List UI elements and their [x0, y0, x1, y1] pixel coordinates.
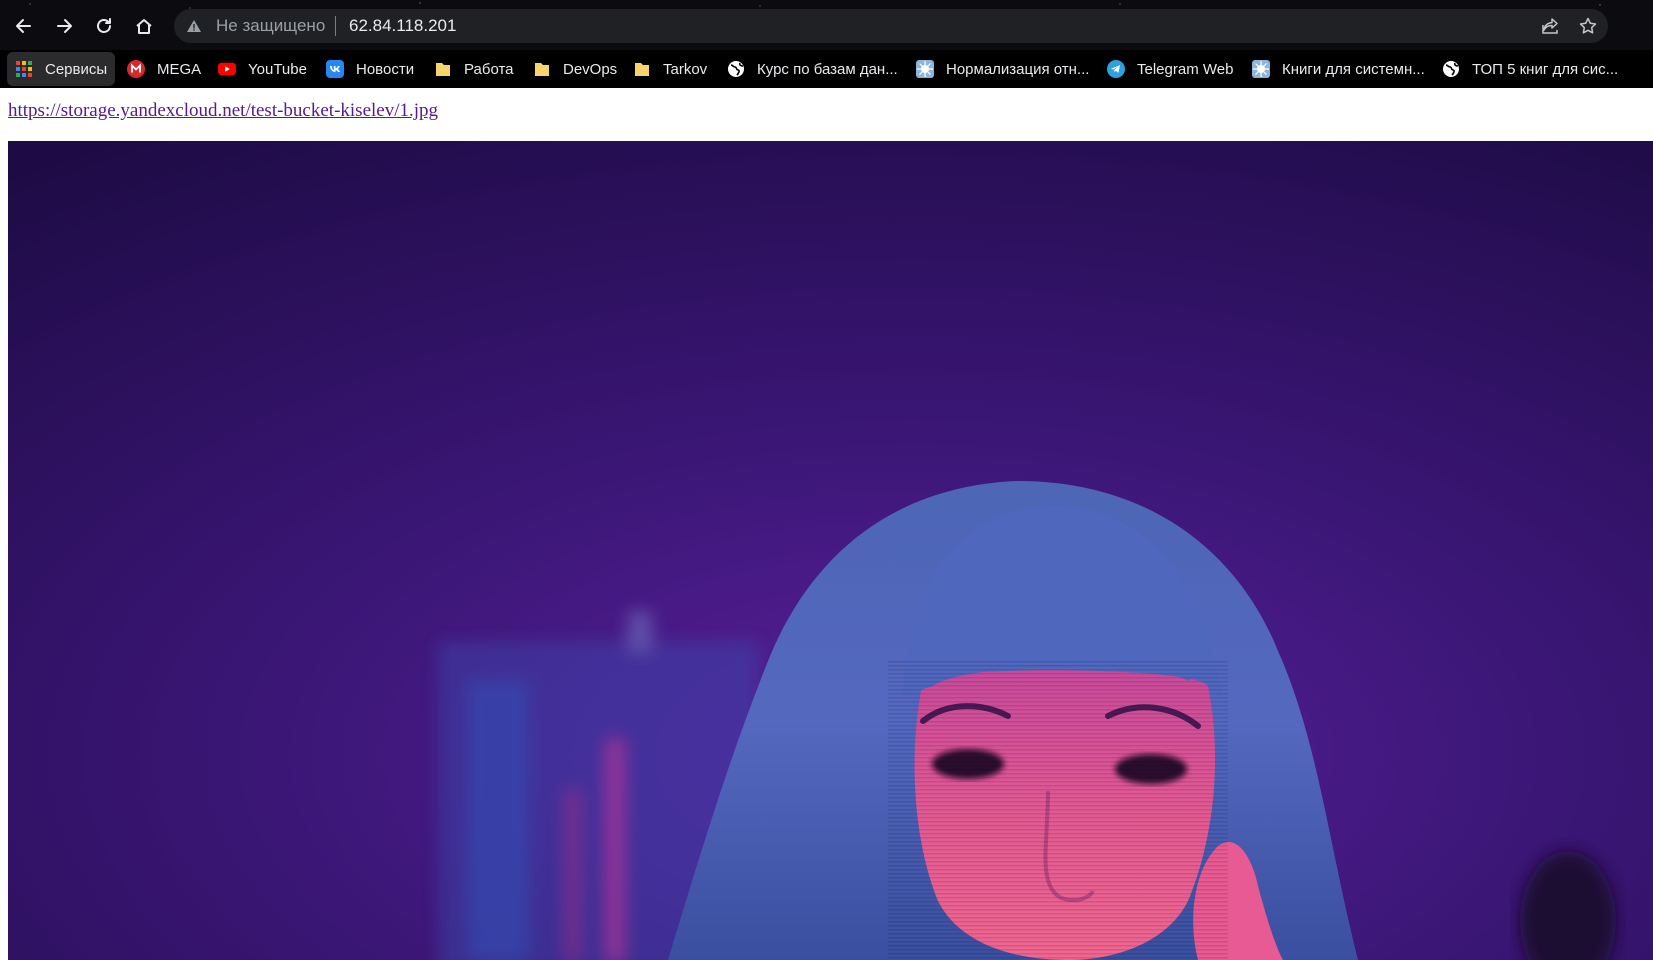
bookmark-label: Сервисы [45, 60, 108, 78]
forward-arrow-icon [57, 19, 72, 33]
site-favicon-icon [916, 60, 934, 78]
bookmark-label: ТОП 5 книг для сис... [1472, 60, 1619, 78]
address-bar[interactable]: Не защищено 62.84.118.201 [174, 9, 1608, 43]
bookmark-label: Нормализация отн... [946, 60, 1090, 78]
bookmark-folder-work[interactable]: Работа [434, 50, 514, 88]
bookmarks-bar: Сервисы MEGA YouTube Новости Работа DevO… [0, 50, 1653, 88]
bookmark-top5-books[interactable]: ТОП 5 книг для сис... [1442, 50, 1618, 88]
security-status-label[interactable]: Не защищено [216, 16, 325, 36]
share-icon[interactable] [1540, 16, 1560, 36]
bookmark-label: Tarkov [663, 60, 708, 78]
forward-button[interactable] [49, 11, 79, 41]
reload-icon [97, 18, 111, 33]
vk-icon [326, 60, 344, 78]
bookmark-mega[interactable]: MEGA [127, 50, 201, 88]
image-url-link[interactable]: https://storage.yandexcloud.net/test-buc… [8, 100, 438, 122]
bookmark-label: DevOps [563, 60, 618, 78]
back-button[interactable] [9, 11, 39, 41]
mega-icon [127, 60, 145, 78]
warning-triangle-icon [187, 20, 201, 32]
back-arrow-icon [16, 19, 31, 33]
bookmark-sysadmin-books[interactable]: Книги для системн... [1252, 50, 1425, 88]
site-favicon-icon [1252, 60, 1270, 78]
apps-grid-icon [15, 60, 33, 78]
folder-icon [533, 60, 551, 78]
address-bar-divider [335, 16, 336, 36]
bookmark-folder-tarkov[interactable]: Tarkov [633, 50, 707, 88]
bookmark-label: Курс по базам дан... [757, 60, 898, 78]
youtube-icon [218, 60, 236, 78]
globe-icon [727, 60, 745, 78]
telegram-icon [1107, 60, 1125, 78]
bookmark-folder-devops[interactable]: DevOps [533, 50, 617, 88]
neon-portrait-image [8, 141, 1653, 960]
bookmark-db-course[interactable]: Курс по базам дан... [727, 50, 898, 88]
bookmark-news[interactable]: Новости [326, 50, 414, 88]
folder-icon [633, 60, 651, 78]
bookmark-youtube[interactable]: YouTube [218, 50, 307, 88]
bookmark-label: Новости [356, 60, 415, 78]
bookmark-apps[interactable]: Сервисы [7, 52, 116, 86]
page-content: https://storage.yandexcloud.net/test-buc… [0, 88, 1653, 960]
bookmark-label: MEGA [157, 60, 202, 78]
url-text[interactable]: 62.84.118.201 [349, 16, 456, 36]
bookmark-label: YouTube [248, 60, 307, 78]
bookmark-label: Работа [464, 60, 514, 78]
bookmark-telegram[interactable]: Telegram Web [1107, 50, 1233, 88]
home-icon [136, 19, 152, 34]
bookmark-label: Книги для системн... [1282, 60, 1425, 78]
globe-icon [1442, 60, 1460, 78]
reload-button[interactable] [89, 11, 119, 41]
home-button[interactable] [129, 11, 159, 41]
bookmark-label: Telegram Web [1137, 60, 1234, 78]
folder-icon [434, 60, 452, 78]
browser-toolbar: Не защищено 62.84.118.201 [0, 0, 1653, 50]
bookmark-normalization[interactable]: Нормализация отн... [916, 50, 1089, 88]
bookmark-star-icon[interactable] [1578, 16, 1598, 36]
